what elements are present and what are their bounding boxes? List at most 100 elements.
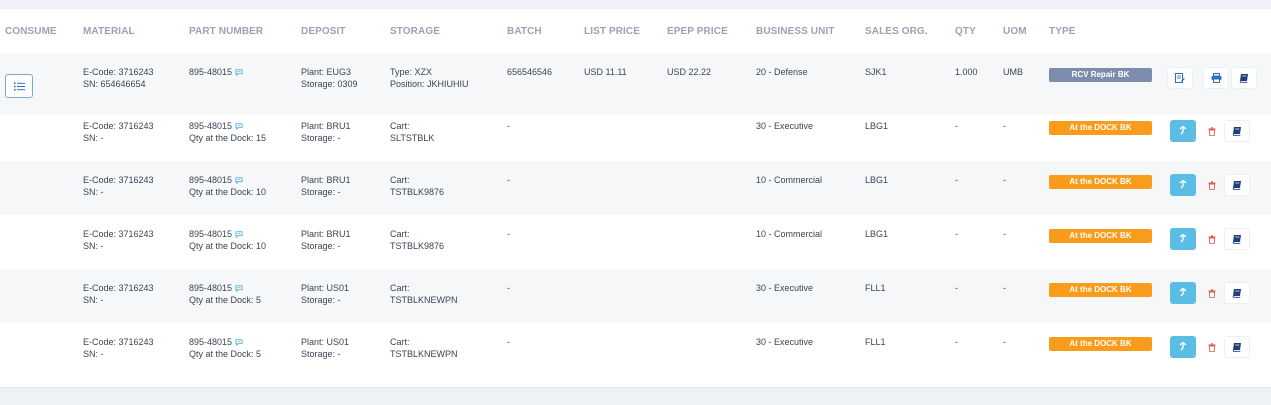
- header-batch: BATCH: [507, 26, 542, 37]
- storage-line-1: Type: XZX: [390, 67, 433, 77]
- trash-button[interactable]: [1199, 174, 1225, 196]
- storage-line-1: Cart:: [390, 229, 410, 239]
- deposit-storage: Storage: -: [301, 241, 341, 251]
- book-icon: [1232, 288, 1242, 298]
- material-sn: SN: -: [83, 133, 104, 143]
- trash-button[interactable]: [1199, 228, 1225, 250]
- move-button[interactable]: [1170, 174, 1196, 196]
- material-ecode: E-Code: 3716243: [83, 67, 154, 77]
- type-badge: At the DOCK BK: [1049, 337, 1152, 351]
- part-number-value: 895-48015: [189, 283, 233, 293]
- deposit-plant: Plant: US01: [301, 337, 350, 347]
- qty-at-dock: Qty at the Dock: 10: [189, 187, 267, 197]
- deposit-storage: Storage: -: [301, 187, 341, 197]
- sales-org-cell: LBG1: [865, 229, 889, 239]
- uom-cell: -: [1003, 229, 1006, 239]
- part-number-value: 895-48015: [189, 67, 233, 77]
- deposit-plant: Plant: EUG3: [301, 67, 352, 77]
- material-cell: E-Code: 3716243 SN: 654646654: [83, 66, 154, 90]
- deposit-storage: Storage: -: [301, 349, 341, 359]
- print-button[interactable]: [1203, 67, 1229, 89]
- book-icon: [1232, 234, 1242, 244]
- header-sales-org: SALES ORG.: [865, 26, 928, 37]
- qty-at-dock: Qty at the Dock: 5: [189, 349, 262, 359]
- comment-icon[interactable]: [235, 339, 243, 347]
- comment-icon[interactable]: [235, 177, 243, 185]
- book-button[interactable]: [1224, 282, 1250, 304]
- material-cell: E-Code: 3716243 SN: -: [83, 282, 154, 306]
- trash-icon: [1208, 288, 1216, 298]
- material-sn: SN: -: [83, 241, 104, 251]
- move-icon: [1179, 126, 1187, 136]
- comment-icon[interactable]: [235, 123, 243, 131]
- deposit-plant: Plant: BRU1: [301, 229, 351, 239]
- material-sn: SN: -: [83, 187, 104, 197]
- header-storage: STORAGE: [390, 26, 440, 37]
- deposit-cell: Plant: BRU1 Storage: -: [301, 228, 351, 252]
- book-button[interactable]: [1224, 174, 1250, 196]
- move-button[interactable]: [1170, 120, 1196, 142]
- qty-cell: 1.000: [955, 67, 978, 77]
- comment-icon[interactable]: [235, 231, 243, 239]
- book-button[interactable]: [1224, 336, 1250, 358]
- part-number-value: 895-48015: [189, 175, 233, 185]
- uom-cell: -: [1003, 175, 1006, 185]
- material-ecode: E-Code: 3716243: [83, 121, 154, 131]
- material-cell: E-Code: 3716243 SN: -: [83, 120, 154, 144]
- storage-cell: Cart: SLTSTBLK: [390, 120, 434, 144]
- move-button[interactable]: [1170, 336, 1196, 358]
- deposit-plant: Plant: BRU1: [301, 121, 351, 131]
- type-badge: At the DOCK BK: [1049, 229, 1152, 243]
- edit-document-icon: [1175, 72, 1185, 84]
- book-button[interactable]: [1224, 228, 1250, 250]
- part-number-value: 895-48015: [189, 229, 233, 239]
- batch-cell: 656546546: [507, 67, 553, 77]
- edit-document-button[interactable]: [1167, 67, 1193, 89]
- storage-cell: Cart: TSTBLK9876: [390, 228, 444, 252]
- type-badge: At the DOCK BK: [1049, 283, 1152, 297]
- storage-line-1: Cart:: [390, 283, 410, 293]
- header-list-price: LIST PRICE: [584, 26, 641, 37]
- comment-icon[interactable]: [235, 69, 243, 77]
- sales-org-cell: FLL1: [865, 337, 886, 347]
- move-button[interactable]: [1170, 282, 1196, 304]
- print-icon: [1211, 73, 1222, 83]
- trash-button[interactable]: [1199, 282, 1225, 304]
- deposit-storage: Storage: -: [301, 133, 341, 143]
- epep-price-cell: USD 22.22: [667, 67, 712, 77]
- uom-cell: -: [1003, 283, 1006, 293]
- material-cell: E-Code: 3716243 SN: -: [83, 174, 154, 198]
- material-ecode: E-Code: 3716243: [83, 175, 154, 185]
- consume-button[interactable]: [5, 74, 33, 98]
- uom-cell: -: [1003, 121, 1006, 131]
- table-header: CONSUME MATERIAL PART NUMBER DEPOSIT STO…: [0, 9, 1271, 54]
- move-icon: [1179, 180, 1187, 190]
- sales-org-cell: LBG1: [865, 175, 889, 185]
- move-icon: [1179, 288, 1187, 298]
- trash-button[interactable]: [1199, 120, 1225, 142]
- trash-icon: [1208, 342, 1216, 352]
- top-strip: [0, 0, 1271, 9]
- qty-cell: -: [955, 175, 958, 185]
- table-bottom-border: [0, 387, 1271, 388]
- table-row: E-Code: 3716243 SN: - 895-48015 Qty at t…: [0, 161, 1271, 215]
- deposit-storage: Storage: 0309: [301, 79, 358, 89]
- book-button[interactable]: [1231, 67, 1257, 89]
- material-sn: SN: 654646654: [83, 79, 146, 89]
- part-number-value: 895-48015: [189, 337, 233, 347]
- sales-org-cell: SJK1: [865, 67, 887, 77]
- move-button[interactable]: [1170, 228, 1196, 250]
- type-badge: At the DOCK BK: [1049, 121, 1152, 135]
- book-button[interactable]: [1224, 120, 1250, 142]
- batch-cell: -: [507, 229, 510, 239]
- part-number-cell: 895-48015: [189, 66, 243, 78]
- comment-icon[interactable]: [235, 285, 243, 293]
- material-cell: E-Code: 3716243 SN: -: [83, 228, 154, 252]
- storage-line-2: TSTBLK9876: [390, 241, 445, 251]
- trash-button[interactable]: [1199, 336, 1225, 358]
- header-material: MATERIAL: [83, 26, 135, 37]
- storage-line-2: SLTSTBLK: [390, 133, 435, 143]
- trash-icon: [1208, 234, 1216, 244]
- book-icon: [1232, 180, 1242, 190]
- storage-line-2: TSTBLKNEWPN: [390, 295, 458, 305]
